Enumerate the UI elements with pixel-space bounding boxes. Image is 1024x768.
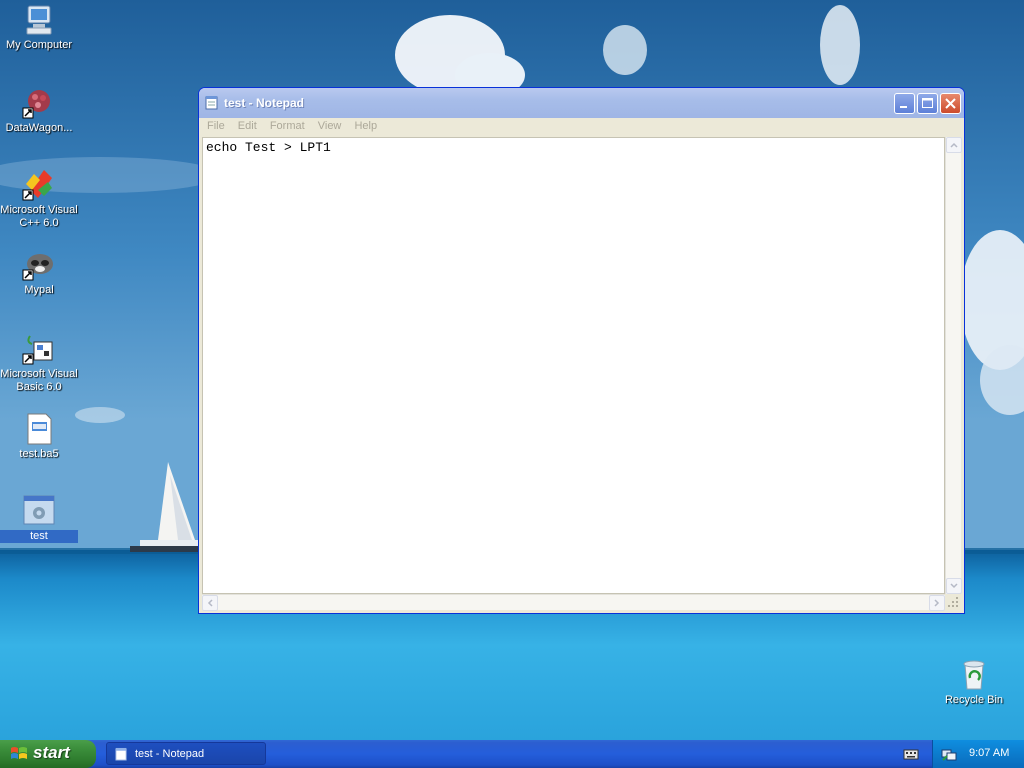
desktop-icon-label: Microsoft Visual C++ 6.0 (0, 204, 78, 229)
arrow-right-icon (934, 599, 940, 607)
close-icon (945, 98, 956, 109)
desktop-icon-label: Recycle Bin (944, 694, 1004, 706)
my-computer-icon (26, 5, 52, 35)
start-button[interactable]: start (0, 740, 96, 768)
vertical-scrollbar[interactable] (945, 137, 962, 594)
desktop-icon-recycle-bin[interactable]: Recycle Bin (935, 658, 1013, 707)
windows-logo-icon (11, 747, 27, 759)
scroll-down-button[interactable] (946, 578, 962, 594)
desktop-icon-mypal[interactable]: Mypal (0, 248, 78, 297)
resize-grip-icon (948, 597, 958, 607)
system-tray: 9:07 AM (932, 740, 1024, 768)
desktop-icon-my-computer[interactable]: My Computer (0, 3, 78, 52)
visual-cpp-icon (22, 170, 52, 201)
desktop-icon-label: test (0, 530, 78, 543)
recycle-bin-icon (963, 660, 985, 690)
keyboard-icon[interactable] (903, 747, 919, 761)
clock[interactable]: 9:07 AM (969, 747, 1009, 759)
desktop-icon-test[interactable]: test (0, 494, 78, 543)
notepad-icon (115, 747, 127, 761)
minimize-icon (900, 106, 907, 108)
menu-format[interactable]: Format (265, 118, 310, 137)
desktop-icon-visual-cpp[interactable]: Microsoft Visual C++ 6.0 (0, 168, 78, 230)
desktop-icon-label: Microsoft Visual Basic 6.0 (0, 368, 78, 393)
resize-grip[interactable] (945, 594, 961, 610)
desktop-icon-visual-basic[interactable]: Microsoft Visual Basic 6.0 (0, 332, 78, 394)
taskbar-button-label: test - Notepad (135, 748, 205, 760)
mypal-icon (22, 254, 53, 281)
title-bar[interactable]: test - Notepad (199, 88, 964, 118)
document-icon (27, 413, 52, 445)
desktop-icon-label: Mypal (24, 284, 54, 296)
batch-file-icon (23, 495, 55, 525)
desktop-icon-datawagon[interactable]: DataWagon... (0, 86, 78, 135)
taskbar-button-notepad[interactable]: test - Notepad (106, 742, 266, 765)
notepad-icon (205, 96, 218, 110)
start-label: start (33, 743, 70, 762)
maximize-button[interactable] (917, 93, 938, 114)
scroll-up-button[interactable] (946, 137, 962, 153)
horizontal-scrollbar[interactable] (202, 594, 945, 611)
scroll-right-button[interactable] (929, 595, 945, 611)
menu-view[interactable]: View (313, 118, 347, 137)
visual-basic-icon (22, 335, 53, 365)
datawagon-icon (22, 90, 50, 119)
menu-help[interactable]: Help (349, 118, 382, 137)
menu-bar: File Edit Format View Help (202, 118, 961, 137)
arrow-up-icon (950, 142, 958, 148)
maximize-icon (922, 98, 933, 108)
menu-file[interactable]: File (202, 118, 230, 137)
minimize-button[interactable] (894, 93, 915, 114)
scroll-left-button[interactable] (202, 595, 218, 611)
close-button[interactable] (940, 93, 961, 114)
notepad-window[interactable]: test - Notepad File Edit Format View Hel… (198, 87, 965, 614)
taskbar: start test - Notepad 9:07 AM (0, 740, 1024, 768)
arrow-left-icon (207, 599, 213, 607)
menu-edit[interactable]: Edit (233, 118, 262, 137)
desktop-icon-label: My Computer (5, 39, 73, 51)
desktop-icon-test-ba5[interactable]: test.ba5 (0, 412, 78, 461)
window-title: test - Notepad (224, 96, 305, 110)
text-editor-area[interactable]: echo Test > LPT1 (202, 137, 945, 594)
desktop-icon-label: DataWagon... (5, 122, 73, 134)
desktop-icon-label: test.ba5 (19, 448, 59, 460)
arrow-down-icon (950, 583, 958, 589)
editor-text: echo Test > LPT1 (206, 140, 331, 155)
network-icon[interactable] (941, 746, 957, 762)
